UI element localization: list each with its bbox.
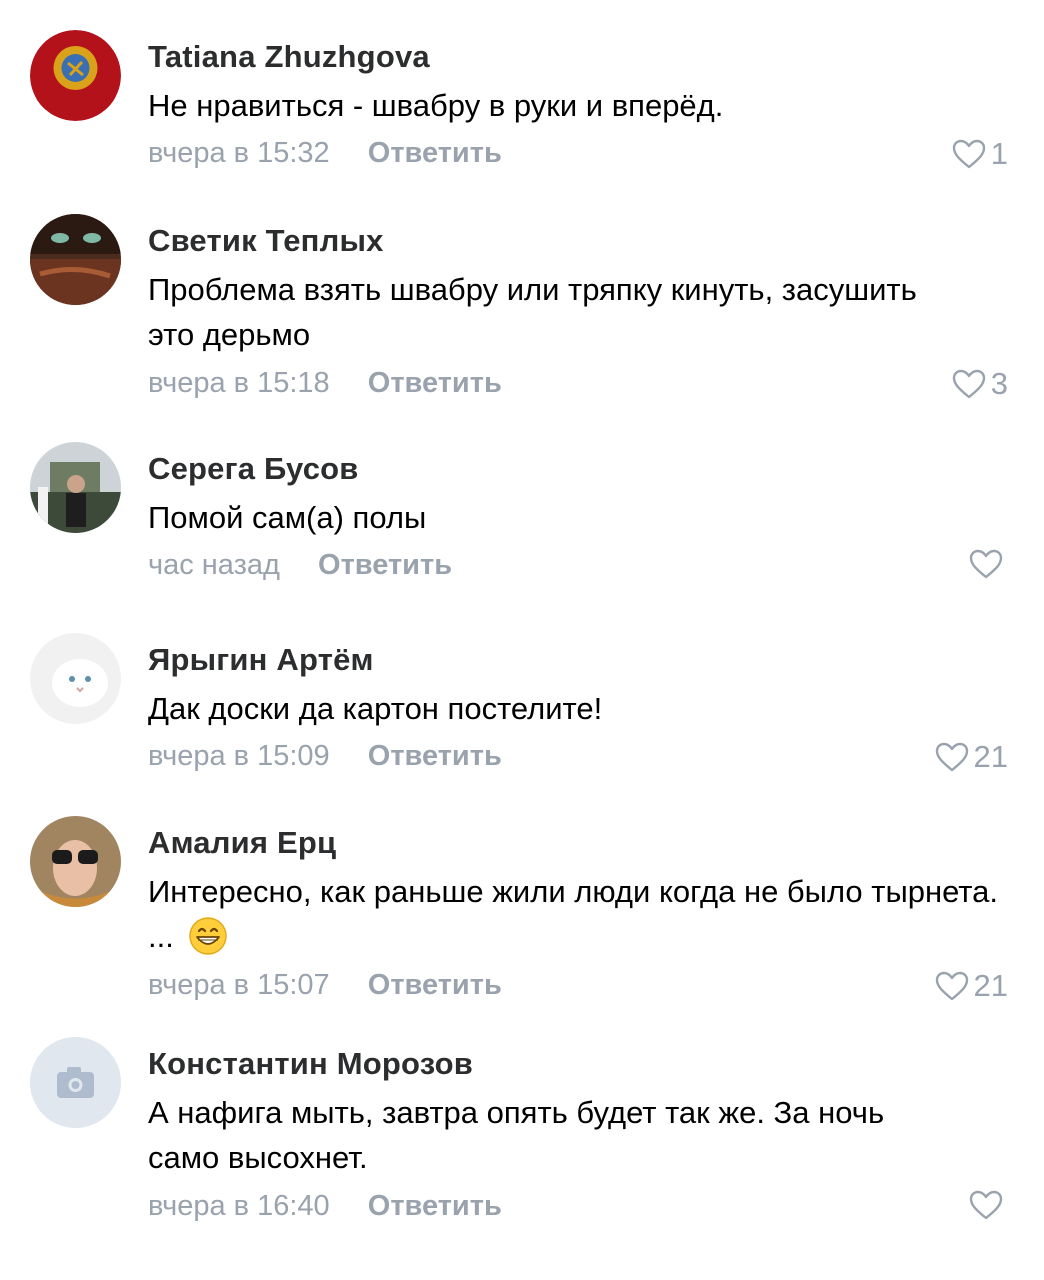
- comment-time: час назад: [148, 549, 280, 581]
- heart-icon: [952, 139, 985, 169]
- reply-button[interactable]: Ответить: [368, 1190, 502, 1222]
- comment-author[interactable]: Ярыгин Артём: [148, 642, 374, 678]
- avatar[interactable]: [30, 816, 121, 907]
- comment-text: Не нравиться - швабру в руки и вперёд.: [148, 88, 724, 123]
- white-kitten-avatar: [30, 633, 121, 724]
- like-count: 1: [990, 136, 1008, 171]
- grinning-face-emoji-icon: [189, 917, 228, 955]
- reply-button[interactable]: Ответить: [368, 137, 502, 169]
- man-outdoor-photo-avatar: [30, 442, 121, 533]
- comment-meta: вчера в 16:40 Ответить: [148, 1190, 502, 1223]
- comment-meta: час назад Ответить: [148, 549, 452, 582]
- like-count: 21: [973, 739, 1008, 774]
- avatar[interactable]: [30, 633, 121, 724]
- woman-face-closeup-avatar: [30, 214, 121, 305]
- comment-text: Дак доски да картон постелите!: [148, 691, 603, 726]
- like-button[interactable]: [968, 548, 1008, 580]
- heart-icon: [952, 369, 985, 399]
- comment-time: вчера в 15:09: [148, 740, 330, 772]
- woman-sunglasses-avatar: [30, 816, 121, 907]
- comment-time: вчера в 15:32: [148, 137, 330, 169]
- comment-text: Помой сам(а) полы: [148, 500, 427, 535]
- heart-icon: [935, 742, 968, 772]
- reply-button[interactable]: Ответить: [368, 969, 502, 1001]
- like-count: 21: [973, 968, 1008, 1003]
- comment-meta: вчера в 15:32 Ответить: [148, 137, 502, 170]
- comment-text: Проблема взять швабру или тряпку кинуть,…: [148, 272, 917, 352]
- comment-text: А нафига мыть, завтра опять будет так же…: [148, 1095, 885, 1175]
- avatar[interactable]: [30, 1037, 121, 1128]
- comment-time: вчера в 15:07: [148, 969, 330, 1001]
- comment-time: вчера в 16:40: [148, 1190, 330, 1222]
- reply-button[interactable]: Ответить: [318, 549, 452, 581]
- avatar[interactable]: [30, 30, 121, 121]
- like-button[interactable]: 3: [951, 366, 1008, 402]
- comment-meta: вчера в 15:07 Ответить: [148, 969, 502, 1002]
- comment-author[interactable]: Tatiana Zhuzhgova: [148, 39, 430, 75]
- avatar[interactable]: [30, 214, 121, 305]
- comment-meta: вчера в 15:18 Ответить: [148, 367, 502, 400]
- like-count: 3: [990, 366, 1008, 401]
- comment-text: Интересно, как раньше жили люди когда не…: [148, 869, 1008, 959]
- comment-meta: вчера в 15:09 Ответить: [148, 740, 502, 773]
- like-button[interactable]: [968, 1189, 1008, 1221]
- reply-button[interactable]: Ответить: [368, 367, 502, 399]
- like-button[interactable]: 21: [934, 968, 1008, 1004]
- heart-icon: [969, 549, 1003, 579]
- comment-author[interactable]: Константин Морозов: [148, 1046, 473, 1082]
- reply-button[interactable]: Ответить: [368, 740, 502, 772]
- comment-author[interactable]: Светик Теплых: [148, 223, 384, 259]
- camera-placeholder-icon: [30, 1037, 121, 1128]
- avatar[interactable]: [30, 442, 121, 533]
- heart-icon: [969, 1190, 1003, 1220]
- comment-text-content: Интересно, как раньше жили люди когда не…: [148, 874, 999, 954]
- comment-author[interactable]: Серега Бусов: [148, 451, 359, 487]
- like-button[interactable]: 1: [951, 136, 1008, 172]
- soviet-emblem-avatar: [30, 30, 121, 121]
- heart-icon: [935, 971, 968, 1001]
- like-button[interactable]: 21: [934, 739, 1008, 775]
- comment-author[interactable]: Амалия Ерц: [148, 825, 336, 861]
- comment-time: вчера в 15:18: [148, 367, 330, 399]
